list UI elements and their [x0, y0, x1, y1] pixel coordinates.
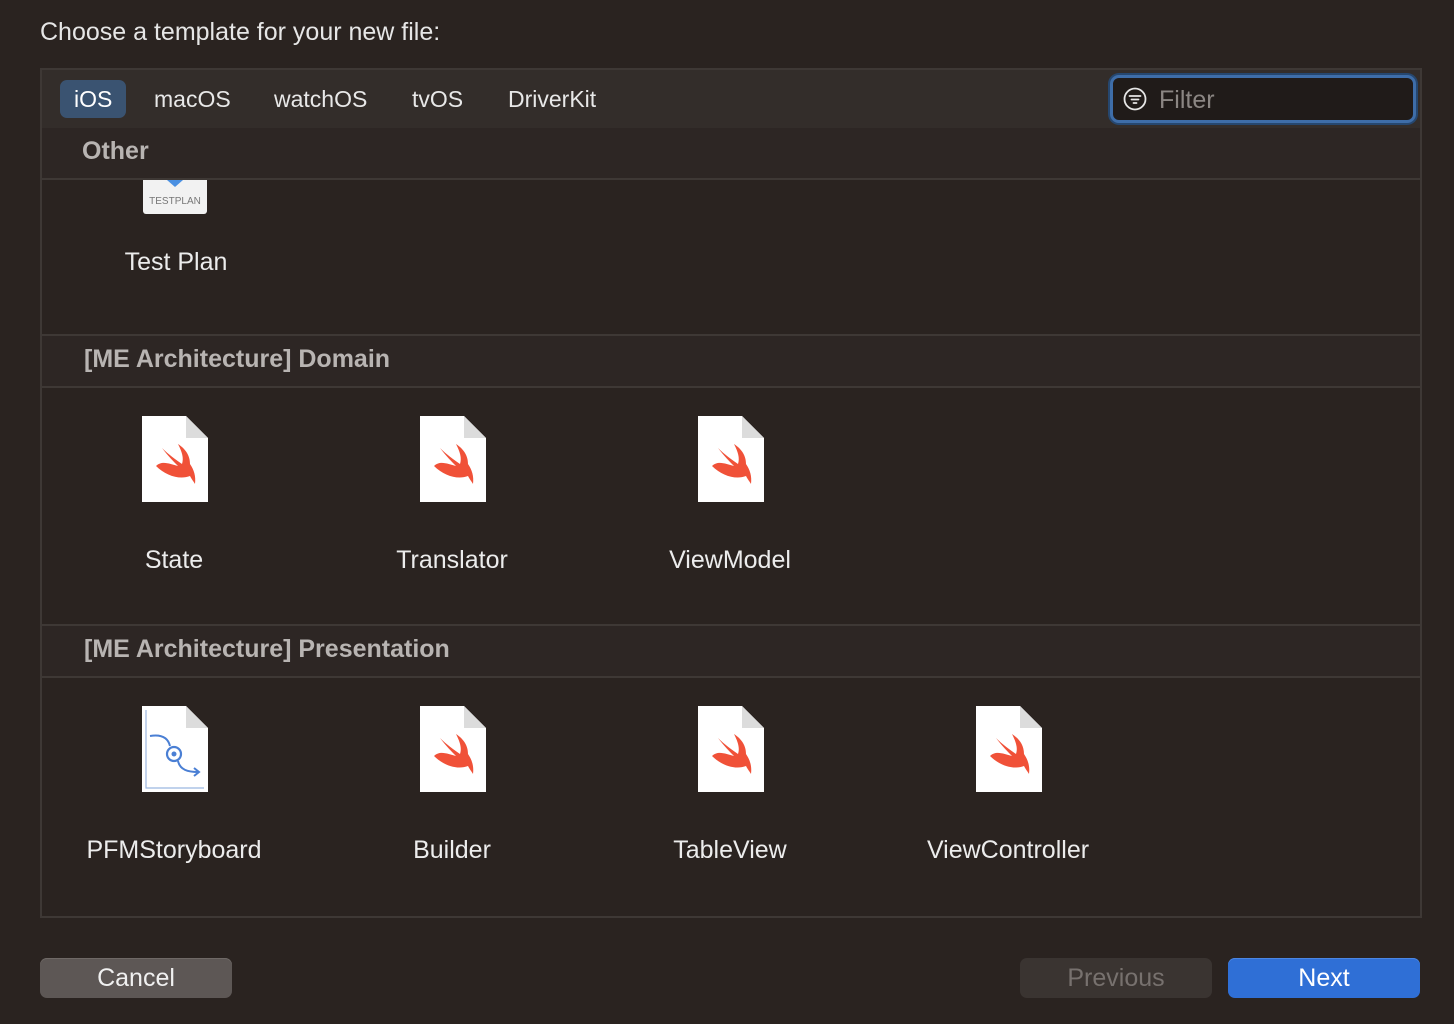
template-label: State — [144, 546, 204, 574]
swift-file-icon — [698, 416, 764, 502]
dialog-prompt: Choose a template for your new file: — [40, 18, 441, 46]
testplan-icon[interactable]: TESTPLAN — [143, 180, 207, 214]
template-label: ViewController — [926, 836, 1090, 864]
section-title: [ME Architecture] Domain — [84, 345, 391, 373]
next-button[interactable]: Next — [1228, 958, 1420, 998]
template-label: TableView — [673, 836, 787, 864]
template-label: Test Plan — [124, 248, 228, 276]
tab-tvos[interactable]: tvOS — [398, 80, 477, 118]
template-label: Builder — [413, 836, 491, 864]
tab-driverkit[interactable]: DriverKit — [494, 80, 610, 118]
platform-tab-bar: iOS macOS watchOS tvOS DriverKit — [42, 70, 1420, 130]
filter-field[interactable] — [1110, 75, 1416, 123]
template-label: Translator — [396, 546, 508, 574]
section-title: [ME Architecture] Presentation — [84, 635, 450, 663]
swift-file-icon — [698, 706, 764, 792]
swift-file-icon — [420, 416, 486, 502]
section-title: Other — [82, 137, 149, 165]
cancel-button[interactable]: Cancel — [40, 958, 232, 998]
section-header-other: Other — [42, 128, 1420, 180]
swift-file-icon — [976, 706, 1042, 792]
swift-file-icon — [142, 416, 208, 502]
template-browser: iOS macOS watchOS tvOS DriverKit Other — [40, 68, 1422, 918]
previous-button[interactable]: Previous — [1020, 958, 1212, 998]
storyboard-file-icon — [142, 706, 208, 792]
template-label: PFMStoryboard — [86, 836, 262, 864]
tab-macos[interactable]: macOS — [140, 80, 245, 118]
testplan-badge-icon — [167, 180, 183, 187]
section-header-presentation: [ME Architecture] Presentation — [42, 624, 1420, 678]
section-header-domain: [ME Architecture] Domain — [42, 334, 1420, 388]
tab-watchos[interactable]: watchOS — [260, 80, 381, 118]
tab-ios[interactable]: iOS — [60, 80, 127, 118]
filter-input[interactable] — [1157, 82, 1406, 118]
testplan-icon-text: TESTPLAN — [149, 196, 201, 207]
swift-file-icon — [420, 706, 486, 792]
template-label: ViewModel — [669, 546, 791, 574]
filter-icon — [1123, 87, 1147, 111]
